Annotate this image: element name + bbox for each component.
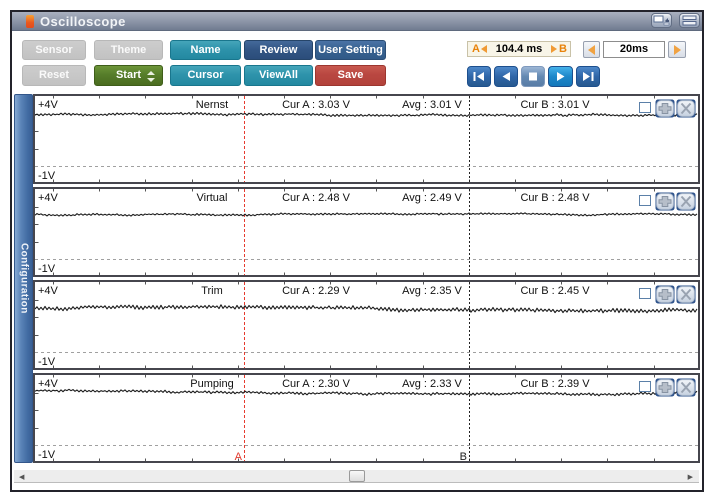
svg-text:B: B [460,451,467,461]
svg-text:Pumping: Pumping [190,378,233,390]
svg-text:+4V: +4V [38,378,59,390]
svg-text:-1V: -1V [38,263,56,275]
svg-text:Trim: Trim [201,285,223,297]
svg-text:A: A [235,451,243,461]
svg-text:Cur B : 2.48 V: Cur B : 2.48 V [520,192,590,204]
svg-text:Cur A : 2.48 V: Cur A : 2.48 V [282,192,351,204]
svg-text:Virtual: Virtual [197,192,228,204]
svg-text:-1V: -1V [38,170,56,182]
svg-text:+4V: +4V [38,99,59,111]
svg-text:Avg : 2.49 V: Avg : 2.49 V [402,192,462,204]
svg-text:Cur A : 3.03 V: Cur A : 3.03 V [282,99,351,111]
svg-text:Cur B : 2.45 V: Cur B : 2.45 V [520,285,590,297]
svg-text:-1V: -1V [38,356,56,368]
svg-text:Avg : 2.35 V: Avg : 2.35 V [402,285,462,297]
svg-text:+4V: +4V [38,192,59,204]
svg-text:Cur B : 3.01 V: Cur B : 3.01 V [520,99,590,111]
svg-text:-1V: -1V [38,449,56,461]
svg-text:Cur A : 2.29 V: Cur A : 2.29 V [282,285,351,297]
svg-text:Cur B : 2.39 V: Cur B : 2.39 V [520,378,590,390]
svg-text:Avg : 3.01 V: Avg : 3.01 V [402,99,462,111]
svg-text:Nernst: Nernst [196,99,228,111]
svg-text:Avg : 2.33 V: Avg : 2.33 V [402,378,462,390]
svg-text:Cur A : 2.30 V: Cur A : 2.30 V [282,378,351,390]
svg-text:+4V: +4V [38,285,59,297]
